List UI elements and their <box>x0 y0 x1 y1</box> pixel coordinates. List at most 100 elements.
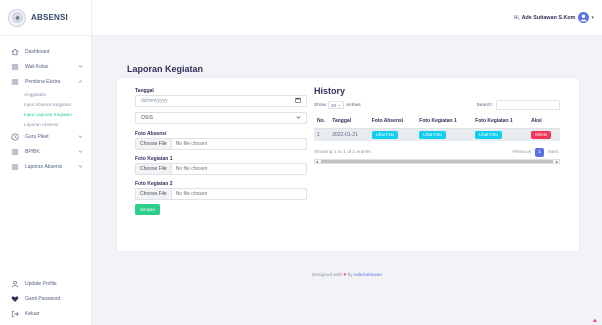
table-info: Showing 1 to 1 of 1 entries <box>314 150 371 155</box>
chevron-up-icon <box>77 79 83 85</box>
history-controls: Show 10 ⌄ entries Search: <box>314 99 560 111</box>
table-row: 1 2022-01-21 Lihat Foto Lihat Foto Lihat… <box>314 128 560 141</box>
sidebar-bottom: Update Profile Ganti Password Keluar <box>0 276 92 321</box>
back-to-top-icon[interactable]: ▲ <box>591 317 599 325</box>
entries-length-control: Show 10 ⌄ entries <box>314 101 361 109</box>
foto-kegiatan2-label: Foto Kegiatan 2 <box>135 180 173 187</box>
sidebar-item-bp-bk[interactable]: BP/BK <box>0 144 91 159</box>
cell-foto-kegiatan2: Lihat Foto <box>472 128 529 141</box>
calendar-icon[interactable] <box>295 97 301 105</box>
ekstra-select-value: OSIS <box>141 115 153 121</box>
column-header[interactable]: Foto Kegiatan 1 <box>416 115 473 129</box>
view-photo-button[interactable]: Lihat Foto <box>371 130 399 139</box>
list-icon <box>11 148 19 156</box>
footer-middle: by <box>347 273 353 278</box>
logout-icon <box>11 310 19 318</box>
previous-button[interactable]: Previous <box>512 150 531 155</box>
foto-absensi-label: Foto Absensi <box>135 130 167 137</box>
sidebar-item-pembina-ekstra[interactable]: Pembina Ekstra <box>0 74 91 89</box>
page-title: Laporan Kegiatan <box>127 64 204 74</box>
foto-absensi-file-input[interactable]: Choose File No file chosen <box>135 138 307 150</box>
scrollbar-thumb[interactable] <box>321 160 553 163</box>
delete-button[interactable]: Delete <box>531 130 552 139</box>
history-search: Search: <box>476 100 560 110</box>
sidebar-subitem-input-laporan-kegiatan[interactable]: Input Laporan Kegiatan <box>0 109 91 119</box>
sidebar-item-guru-piket[interactable]: Guru Piket <box>0 129 91 144</box>
school-logo-icon <box>8 8 26 27</box>
user-icon <box>11 280 19 288</box>
search-label: Search: <box>476 102 493 108</box>
heart-icon <box>11 295 19 303</box>
choose-file-button[interactable]: Choose File <box>136 189 172 199</box>
sidebar-item-label: Keluar <box>25 310 40 317</box>
sidebar: ABSENSI Dashboard Wali Kelas Pembina Eks… <box>0 0 92 325</box>
scroll-left-icon[interactable]: ◂ <box>316 159 318 164</box>
entries-label: entries <box>346 102 361 108</box>
choose-file-button[interactable]: Choose File <box>136 164 172 174</box>
clock-icon <box>11 132 19 141</box>
author-link[interactable]: AdeSutiawan <box>354 273 382 278</box>
sidebar-item-ganti-password[interactable]: Ganti Password <box>0 291 92 306</box>
view-photo-button[interactable]: Lihat Foto <box>419 130 446 139</box>
column-header[interactable]: Aksi <box>528 115 560 129</box>
view-photo-button[interactable]: Lihat Foto <box>475 130 502 139</box>
user-name: Ade Sutiawan S.Kom <box>521 14 576 21</box>
cell-aksi: Delete <box>528 128 560 141</box>
sidebar-item-update-profile[interactable]: Update Profile <box>0 276 92 291</box>
column-header[interactable]: Foto Absensi <box>368 115 417 129</box>
chevron-down-icon <box>77 164 83 170</box>
sidebar-item-wali-kelas[interactable]: Wali Kelas <box>0 59 91 74</box>
sidebar-item-keluar[interactable]: Keluar <box>0 306 92 321</box>
chevron-down-icon <box>296 115 301 122</box>
user-menu-caret-icon[interactable]: ▾ <box>591 15 594 21</box>
save-button[interactable]: Simpan <box>135 204 160 215</box>
no-file-text: No file chosen <box>175 141 208 147</box>
next-button[interactable]: Next <box>548 150 558 155</box>
sidebar-item-label: Ganti Password <box>25 295 61 302</box>
history-title: History <box>314 86 346 96</box>
sidebar-nav: Dashboard Wali Kelas Pembina Ekstra Angg… <box>0 36 91 174</box>
greeting-prefix: Hi, <box>513 14 522 21</box>
column-header[interactable]: Foto Kegiatan 1 <box>472 115 529 129</box>
sidebar-item-label: BP/BK <box>25 148 40 155</box>
sidebar-item-label: Wali Kelas <box>25 63 49 70</box>
chevron-down-icon: ⌄ <box>337 102 342 107</box>
tanggal-date-input[interactable]: dd/mm/yyyy <box>135 95 307 107</box>
sidebar-subitem-anggotaku[interactable]: Anggotaku <box>0 89 91 99</box>
sidebar-subitem-laporan-absensi[interactable]: Laporan Absensi <box>0 119 91 129</box>
cell-no: 1 <box>314 128 330 141</box>
cell-foto-kegiatan1: Lihat Foto <box>416 128 473 141</box>
sidebar-item-laporan-absensi[interactable]: Laporan Absensi <box>0 159 91 174</box>
no-file-text: No file chosen <box>175 166 208 172</box>
date-placeholder: dd/mm/yyyy <box>141 98 168 104</box>
scroll-right-icon[interactable]: ▸ <box>556 159 558 164</box>
column-header[interactable]: Tanggal <box>329 115 369 129</box>
foto-kegiatan2-file-input[interactable]: Choose File No file chosen <box>135 188 307 200</box>
avatar[interactable] <box>578 12 590 23</box>
cell-tanggal: 2022-01-21 <box>329 128 369 141</box>
sidebar-item-label: Guru Piket <box>25 133 49 140</box>
list-icon <box>11 78 19 86</box>
pagination: Previous 1 Next <box>510 148 560 157</box>
column-header[interactable]: No. <box>314 115 330 129</box>
page-1-button[interactable]: 1 <box>535 148 545 157</box>
heart-icon: ♥ <box>343 273 347 278</box>
laporan-form: Tanggal dd/mm/yyyy OSIS Foto Absensi Cho… <box>135 86 307 215</box>
horizontal-scrollbar[interactable]: ◂ ▸ <box>314 159 560 164</box>
sidebar-item-label: Pembina Ekstra <box>25 78 61 85</box>
ekstra-select[interactable]: OSIS <box>135 112 307 124</box>
sidebar-subitem-input-absensi-kegiatan[interactable]: Input Absensi Kegiatan <box>0 99 91 109</box>
list-icon <box>11 63 19 71</box>
entries-select[interactable]: 10 ⌄ <box>328 101 345 109</box>
choose-file-button[interactable]: Choose File <box>136 139 172 149</box>
brand[interactable]: ABSENSI <box>0 0 91 36</box>
chevron-down-icon <box>77 64 83 70</box>
search-input[interactable] <box>496 100 560 110</box>
sidebar-item-dashboard[interactable]: Dashboard <box>0 44 91 59</box>
foto-kegiatan1-label: Foto Kegiatan 1 <box>135 155 173 162</box>
footer-prefix: Designed with <box>311 273 343 278</box>
table-header-row: No. Tanggal Foto Absensi Foto Kegiatan 1… <box>314 115 560 129</box>
foto-kegiatan1-file-input[interactable]: Choose File No file chosen <box>135 163 307 175</box>
history-table: No. Tanggal Foto Absensi Foto Kegiatan 1… <box>314 115 560 141</box>
show-label: Show <box>314 102 326 108</box>
